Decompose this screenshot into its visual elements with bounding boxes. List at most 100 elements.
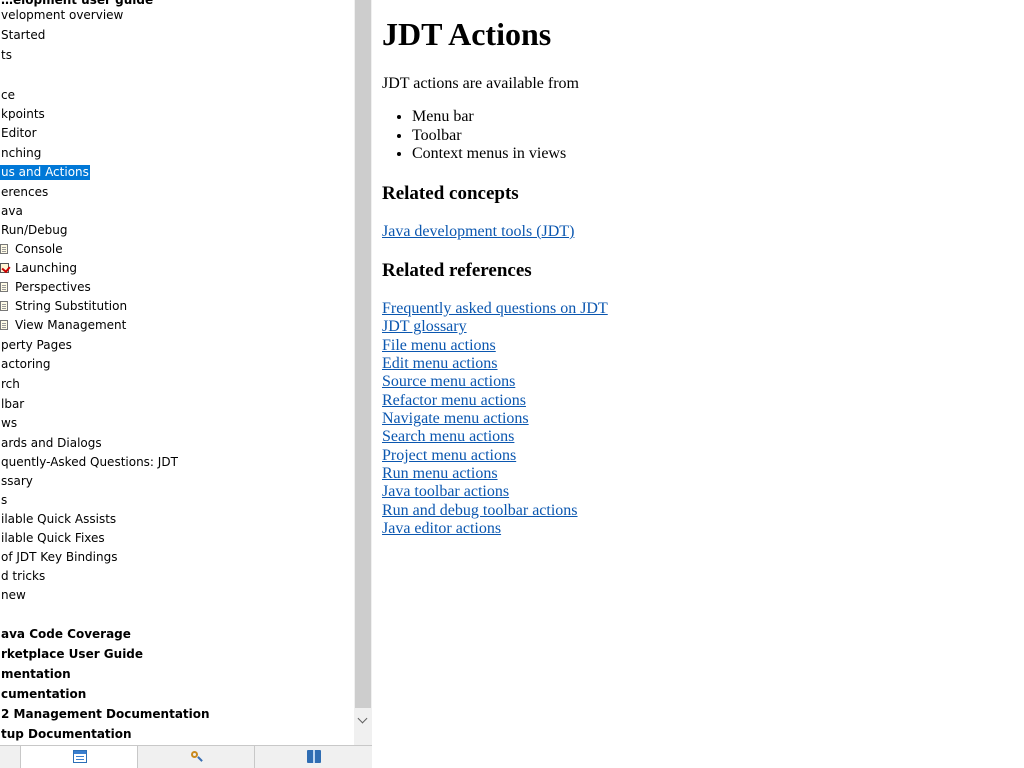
toc-item-label: ws (1, 416, 18, 430)
toc-item[interactable]: perty Pages (0, 338, 73, 353)
toc-item[interactable]: kpoints (0, 107, 46, 122)
toc-vertical-scrollbar[interactable] (354, 0, 372, 745)
related-reference-link[interactable]: Search menu actions (382, 428, 608, 446)
toc-item-label: Perspectives (15, 280, 91, 294)
toc-item[interactable]: ws (0, 416, 18, 431)
toc-item[interactable]: s (0, 493, 8, 508)
toc-item[interactable]: erences (0, 185, 49, 200)
related-reference-link[interactable]: Java editor actions (382, 520, 608, 538)
availability-list-item: Menu bar (412, 108, 566, 127)
related-references-heading: Related references (382, 260, 532, 281)
toc-item[interactable]: Launching (0, 261, 78, 276)
help-navigation-pane: …elopment user guide velopment overview S… (0, 0, 372, 768)
tab-contents[interactable] (20, 746, 138, 768)
toc-item-label: cumentation (1, 687, 87, 701)
toc-item[interactable]: View Management (0, 318, 127, 333)
related-reference-link[interactable]: Edit menu actions (382, 355, 608, 373)
toc-item-label: rch (1, 377, 20, 391)
related-reference-link[interactable]: JDT glossary (382, 318, 608, 336)
toc-item[interactable]: tup Documentation (0, 727, 133, 742)
toc-item-selected[interactable]: us and Actions (0, 165, 90, 180)
toc-item[interactable]: 2 Management Documentation (0, 707, 211, 722)
toc-item[interactable]: ards and Dialogs (0, 436, 103, 451)
toc-item-label: 2 Management Documentation (1, 707, 210, 721)
scroll-down-arrow-icon[interactable] (354, 712, 372, 732)
toc-item[interactable]: Started (0, 28, 46, 43)
page-icon (0, 320, 8, 330)
toc-item-label: Console (15, 242, 63, 256)
related-reference-link[interactable]: Project menu actions (382, 447, 608, 465)
toc-item[interactable]: ilable Quick Fixes (0, 531, 106, 546)
page-icon (0, 244, 8, 254)
toc-item-label: Launching (15, 261, 78, 275)
toc-item[interactable]: velopment overview (0, 8, 124, 23)
toc-item-label: Run/Debug (1, 223, 68, 237)
contents-icon (73, 750, 87, 763)
tab-bookmarks[interactable] (254, 746, 372, 768)
related-reference-link[interactable]: File menu actions (382, 337, 608, 355)
toc-item-label: of JDT Key Bindings (1, 550, 118, 564)
toc-item[interactable]: nching (0, 146, 42, 161)
toc-item[interactable]: quently-Asked Questions: JDT (0, 455, 179, 470)
related-concept-link[interactable]: Java development tools (JDT) (382, 223, 574, 241)
launch-config-icon (0, 263, 9, 273)
toc-item-label: ilable Quick Assists (1, 512, 117, 526)
toc-item[interactable]: actoring (0, 357, 52, 372)
related-reference-link[interactable]: Frequently asked questions on JDT (382, 300, 608, 318)
related-reference-link[interactable]: Java toolbar actions (382, 483, 608, 501)
toc-item-label: d tricks (1, 569, 46, 583)
toc-item-label: Editor (1, 126, 37, 140)
related-reference-link[interactable]: Refactor menu actions (382, 392, 608, 410)
toc-item[interactable]: rch (0, 377, 21, 392)
toc-item[interactable]: new (0, 588, 27, 603)
toc-item-label: rketplace User Guide (1, 647, 144, 661)
toc-item-label: new (1, 588, 26, 602)
availability-list: Menu barToolbarContext menus in views (382, 108, 566, 164)
scrollbar-thumb[interactable] (355, 0, 371, 708)
toc-item-label: us and Actions (0, 165, 90, 180)
toc-item-label: ava Code Coverage (1, 627, 131, 641)
tab-search[interactable] (137, 746, 255, 768)
toc-item[interactable]: String Substitution (0, 299, 128, 314)
toc-item-label: String Substitution (15, 299, 128, 313)
toc-item[interactable]: ts (0, 48, 13, 63)
related-reference-link[interactable]: Navigate menu actions (382, 410, 608, 428)
toc-item[interactable]: ssary (0, 474, 34, 489)
related-references-links: Frequently asked questions on JDT JDT glo… (382, 300, 608, 538)
toc-item-label: quently-Asked Questions: JDT (1, 455, 178, 469)
toc-item-label: ts (1, 48, 12, 62)
help-content-pane: JDT Actions JDT actions are available fr… (372, 0, 1024, 768)
toc-item-label: velopment overview (1, 8, 124, 22)
bookmarks-icon (307, 750, 321, 763)
toc-item[interactable]: Perspectives (0, 280, 92, 295)
page-icon (0, 301, 8, 311)
toc-item[interactable]: ava Code Coverage (0, 627, 132, 642)
toc-item-label: lbar (1, 397, 25, 411)
toc-item[interactable]: ilable Quick Assists (0, 512, 117, 527)
toc-item-label: View Management (15, 318, 127, 332)
related-reference-link[interactable]: Run menu actions (382, 465, 608, 483)
toc-item[interactable]: mentation (0, 667, 72, 682)
toc-item-label: Started (1, 28, 46, 42)
related-reference-link[interactable]: Source menu actions (382, 373, 608, 391)
toc-item-label: tup Documentation (1, 727, 132, 741)
toc-item[interactable]: cumentation (0, 687, 87, 702)
toc-item[interactable]: d tricks (0, 569, 46, 584)
toc-item[interactable]: of JDT Key Bindings (0, 550, 118, 565)
related-concepts-links: Java development tools (JDT) (382, 223, 574, 241)
toc-item[interactable]: Editor (0, 126, 38, 141)
toc-item[interactable]: …elopment user guide (0, 0, 154, 8)
toc-item-label: actoring (1, 357, 51, 371)
toc-item[interactable]: ce (0, 88, 16, 103)
page-title: JDT Actions (382, 16, 552, 52)
toc-item[interactable]: rketplace User Guide (0, 647, 144, 662)
toc-item[interactable]: lbar (0, 397, 25, 412)
toc-item[interactable]: Console (0, 242, 64, 257)
toc-item-label: erences (1, 185, 49, 199)
table-of-contents-tree[interactable]: …elopment user guide velopment overview S… (0, 0, 354, 745)
toc-item[interactable]: ava (0, 204, 24, 219)
toc-item-label: ssary (1, 474, 33, 488)
related-reference-link[interactable]: Run and debug toolbar actions (382, 502, 608, 520)
search-icon (190, 750, 204, 763)
toc-item[interactable]: Run/Debug (0, 223, 69, 238)
